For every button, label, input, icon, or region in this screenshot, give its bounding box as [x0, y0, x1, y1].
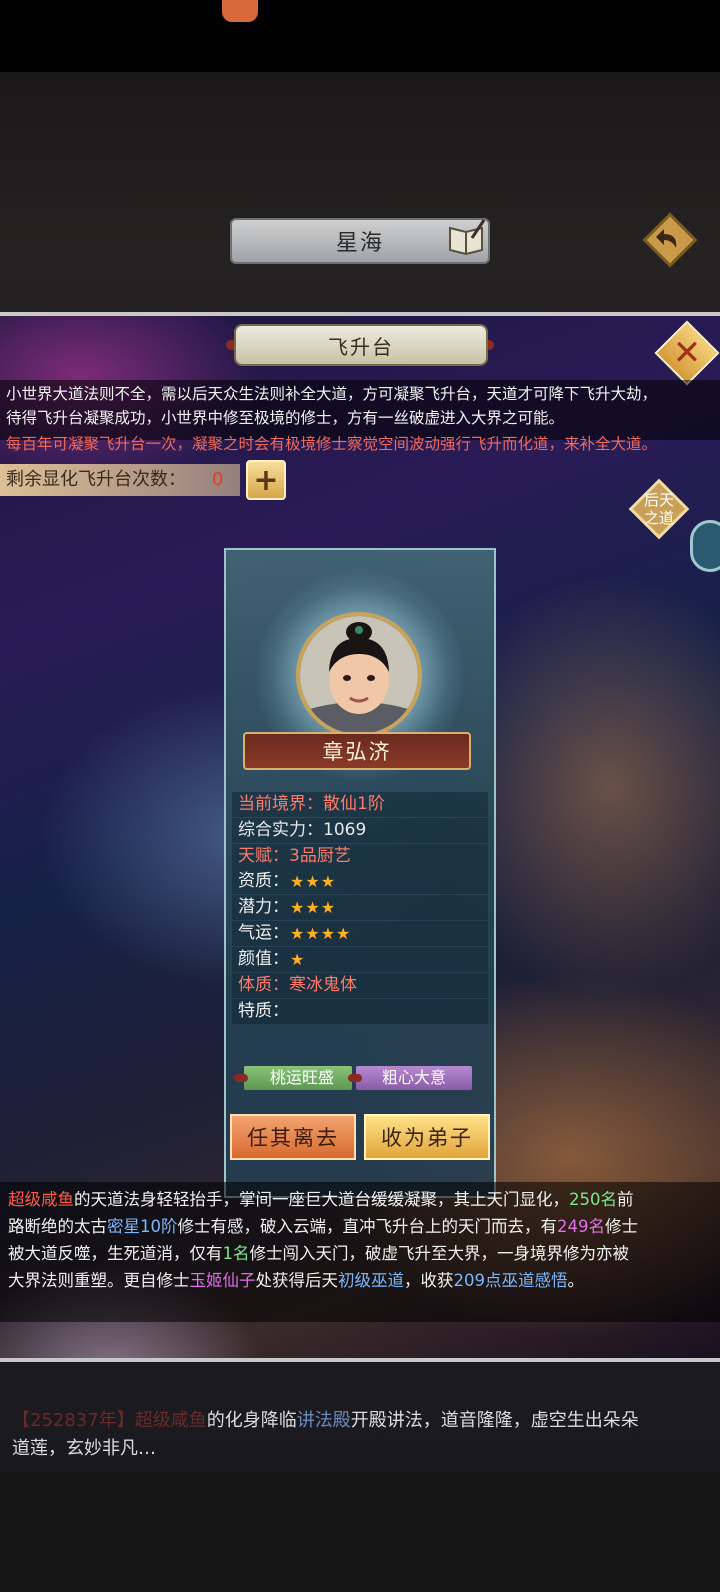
back-button[interactable] [642, 212, 698, 268]
result-count: 249名 [557, 1217, 605, 1236]
stat-label: 特质： [238, 1001, 289, 1021]
stat-label: 当前境界：散仙1阶 [238, 794, 385, 814]
stat-label: 综合实力：1069 [238, 820, 367, 840]
event-log-line: 【252837年】超级咸鱼的化身降临讲法殿开殿讲法，道音隆隆，虚空生出朵朵 [12, 1406, 639, 1432]
result-text: 路断绝的太古 [8, 1217, 107, 1236]
event-log-line: 道莲，玄妙非凡… [12, 1438, 156, 1459]
log-place: 讲法殿 [296, 1410, 351, 1431]
stat-label: 资质： [238, 871, 289, 891]
accept-disciple-button[interactable]: 收为弟子 [364, 1114, 490, 1160]
stat-label: 体质：寒冰鬼体 [238, 975, 357, 995]
rule-line: 每百年可凝聚飞升台一次，凝聚之时会有极境修士察觉空间波动强行飞升而化道，来补全大… [6, 435, 658, 453]
rating-stars: ★★★ [290, 898, 337, 917]
log-actor: 超级咸鱼 [134, 1410, 207, 1431]
dismiss-button[interactable]: 任其离去 [230, 1114, 356, 1160]
trait-leaf-icon [234, 1074, 248, 1082]
remaining-count-label: 剩余显化飞升台次数： [0, 464, 240, 496]
remaining-count-value: 0 [212, 469, 224, 490]
result-count: 1名 [222, 1244, 250, 1263]
description-line: 待得飞升台凝聚成功，小世界中修至极境的修士，方有一丝破虚进入大界之可能。 [6, 409, 565, 427]
description-line: 小世界大道法则不全，需以后天众生法则补全大道，方可凝聚飞升台，天道才可降下飞升大… [6, 385, 658, 403]
trait-label: 粗心大意 [382, 1068, 447, 1087]
panel-title: 飞升台 [236, 326, 486, 364]
result-text: 修士 [605, 1217, 638, 1236]
stat-label: 潜力： [238, 897, 289, 917]
bottom-bar [0, 1472, 720, 1592]
result-text: 修士闯入天门，破虚飞升至大界，一身境界修为亦被 [249, 1244, 630, 1263]
trait-label: 桃运旺盛 [270, 1068, 335, 1087]
stat-label: 天赋：3品厨艺 [238, 846, 351, 866]
log-text: 的化身降临 [206, 1410, 297, 1431]
houtian-label-1: 后天 [644, 491, 674, 509]
result-text: 的天道法身轻轻抬手，掌间一座巨大道台缓缓凝聚，其上天门显化， [74, 1190, 569, 1209]
result-count: 250名 [569, 1190, 617, 1209]
status-bar [0, 0, 720, 72]
npc-name: 玉姬仙子 [189, 1271, 256, 1290]
result-text: 修士有感，破入云端，直冲飞升台上的天门而去，有 [177, 1217, 558, 1236]
result-line: 路断绝的太古密星10阶修士有感，破入云端，直冲飞升台上的天门而去，有249名修士 [8, 1213, 638, 1240]
result-text: ，收获 [404, 1271, 454, 1290]
ascension-panel: 飞升台 ✕ 小世界大道法则不全，需以后天众生法则补全大道，方可凝聚飞升台，天道才… [0, 312, 720, 1362]
stat-label: 颜值： [238, 949, 289, 969]
insight-points: 209点巫道感悟 [453, 1271, 568, 1290]
trait-badge[interactable]: 桃运旺盛 [244, 1066, 352, 1090]
trait-badge[interactable]: 粗心大意 [356, 1066, 472, 1090]
realm-name: 密星10阶 [107, 1217, 178, 1236]
log-text: 开殿讲法，道音隆隆，虚空生出朵朵 [350, 1410, 639, 1431]
houtian-dao-button[interactable]: 后天 之道 [628, 478, 690, 540]
log-year: 【252837年】 [12, 1410, 135, 1431]
rating-stars: ★★★★ [290, 924, 352, 943]
rating-stars: ★ [290, 950, 306, 969]
result-line: 超级咸鱼的天道法身轻轻抬手，掌间一座巨大道台缓缓凝聚，其上天门显化，250名前 [8, 1186, 634, 1213]
houtian-label-2: 之道 [644, 509, 674, 527]
add-count-button[interactable]: + [246, 460, 286, 500]
character-name: 章弘济 [243, 732, 471, 770]
trait-leaf-icon [348, 1074, 362, 1082]
app-logo-icon [222, 0, 258, 22]
result-text: 被大道反噬，生死道消，仅有 [8, 1244, 223, 1263]
player-name: 超级咸鱼 [8, 1190, 74, 1209]
side-tab-button[interactable] [690, 520, 720, 572]
rating-stars: ★★★ [290, 872, 337, 891]
skill-name: 初级巫道 [338, 1271, 404, 1290]
close-icon[interactable]: ✕ [664, 330, 710, 376]
result-line: 被大道反噬，生死道消，仅有1名修士闯入天门，破虚飞升至大界，一身境界修为亦被 [8, 1240, 629, 1267]
book-quill-icon[interactable] [446, 218, 486, 256]
result-text: 。 [567, 1271, 585, 1290]
result-text: 前 [617, 1190, 634, 1209]
result-text: 处获得后天 [255, 1271, 339, 1290]
result-line: 大界法则重塑。更自修士玉姬仙子处获得后天初级巫道，收获209点巫道感悟。 [8, 1267, 584, 1294]
result-text: 大界法则重塑。更自修士 [8, 1271, 190, 1290]
character-avatar [296, 612, 422, 738]
stat-label: 气运： [238, 923, 289, 943]
